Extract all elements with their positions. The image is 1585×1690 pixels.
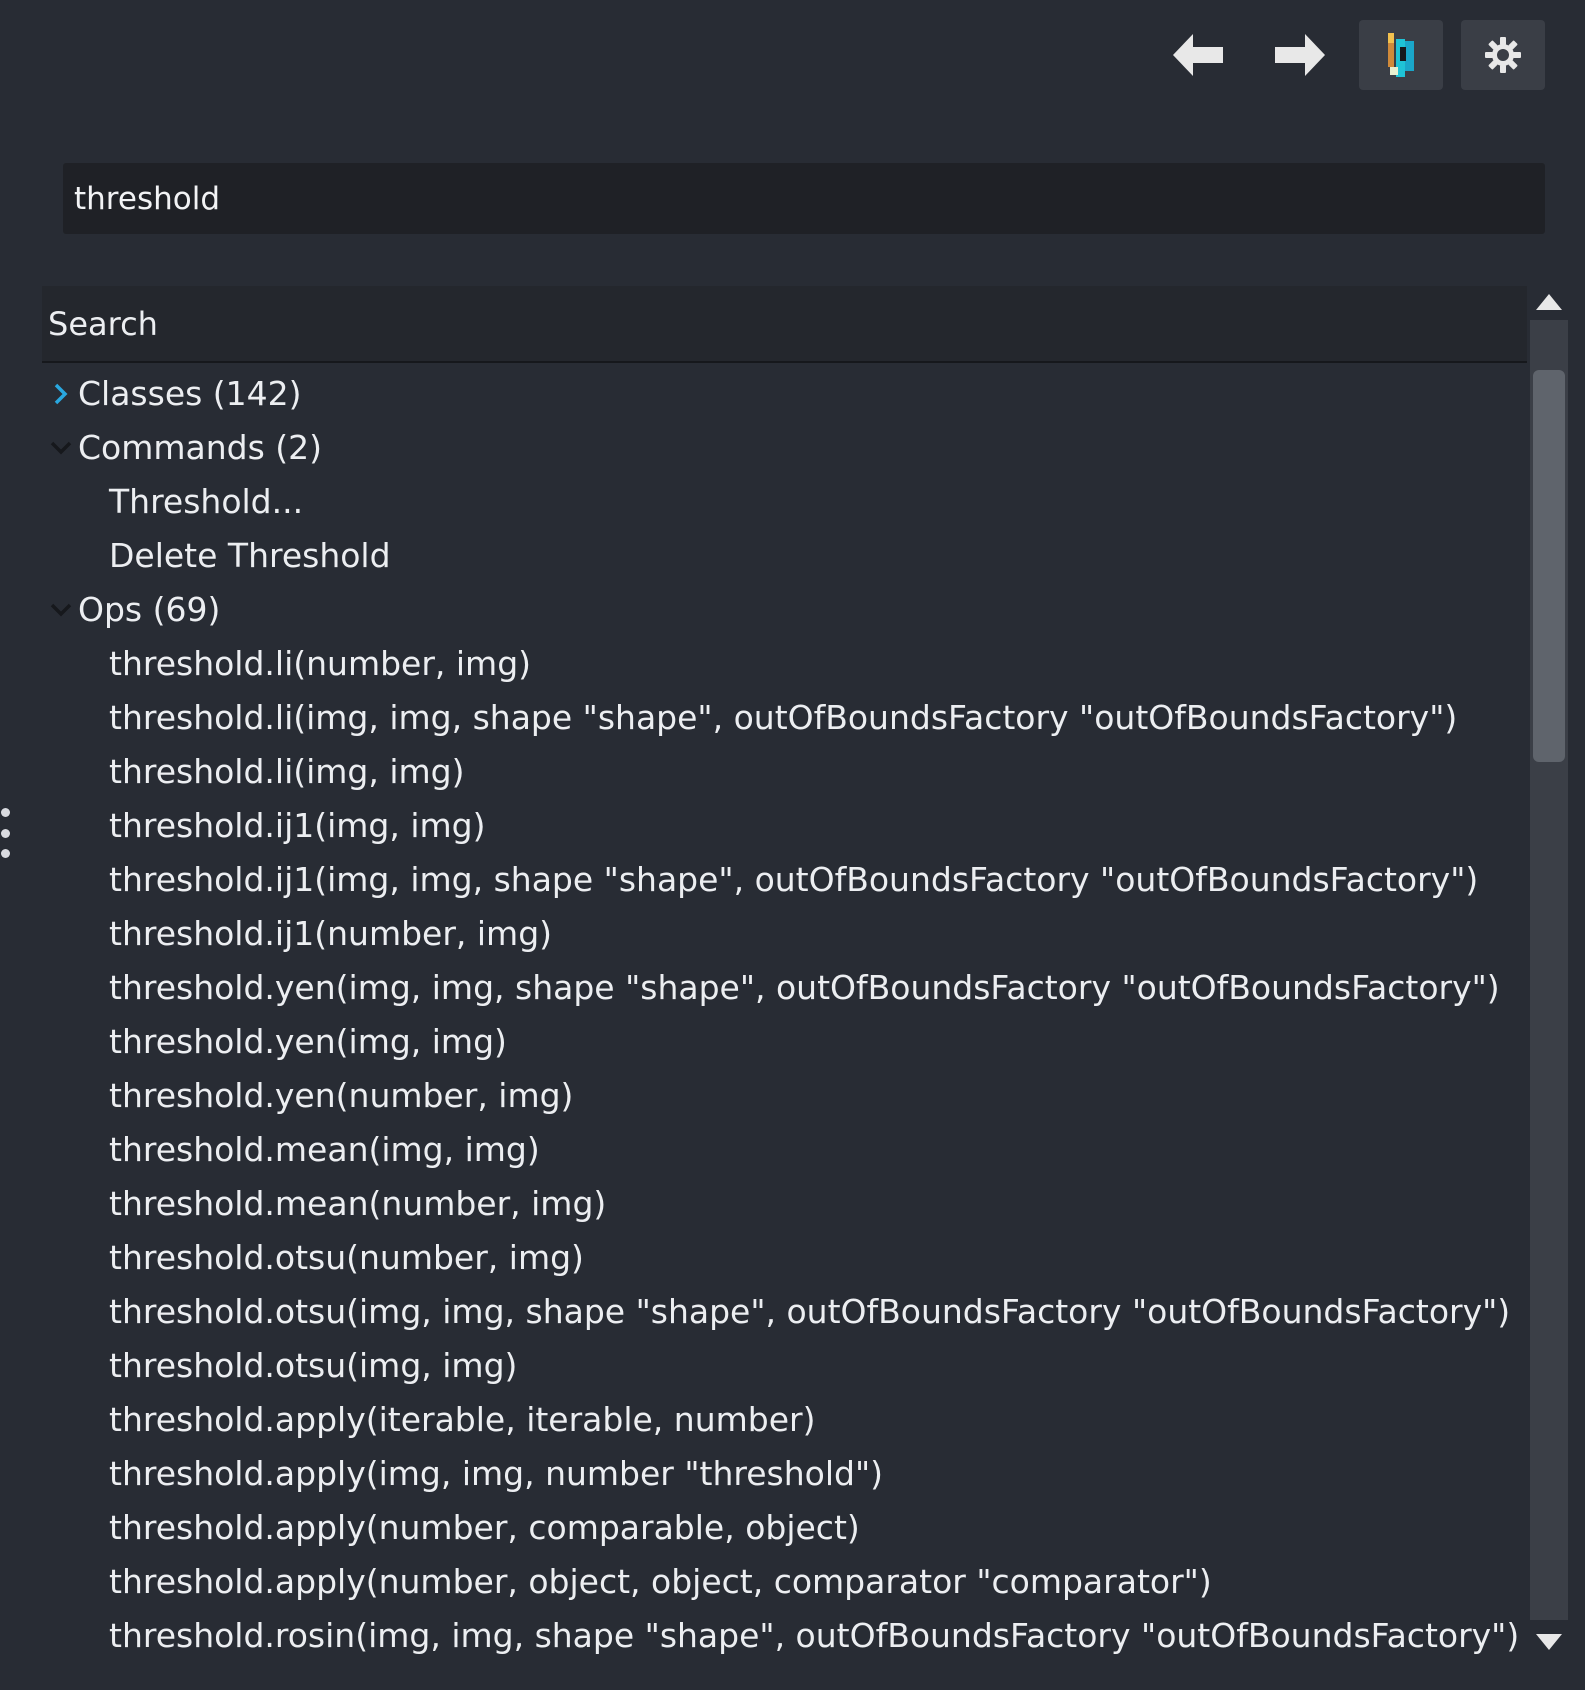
gear-icon: [1485, 37, 1521, 73]
tree-item[interactable]: threshold.mean(number, img): [42, 1177, 1527, 1231]
tree-item[interactable]: threshold.apply(iterable, iterable, numb…: [42, 1393, 1527, 1447]
drag-handle[interactable]: [0, 808, 10, 858]
tree-item-label: threshold.apply(number, comparable, obje…: [109, 1508, 860, 1547]
tree-item[interactable]: threshold.yen(img, img): [42, 1015, 1527, 1069]
tree-item[interactable]: threshold.apply(img, img, number "thresh…: [42, 1447, 1527, 1501]
search-input[interactable]: [74, 180, 1534, 217]
tree-item[interactable]: threshold.otsu(img, img, shape "shape", …: [42, 1285, 1527, 1339]
chevron-down-icon[interactable]: [46, 583, 76, 637]
tree-item[interactable]: threshold.apply(number, object, object, …: [42, 1555, 1527, 1609]
tree-item-label: threshold.rosin(img, img, shape "shape",…: [109, 1616, 1520, 1655]
chevron-right-icon[interactable]: [46, 367, 76, 421]
tree-item-label: threshold.mean(img, img): [109, 1130, 540, 1169]
tree-item-label: threshold.yen(number, img): [109, 1076, 574, 1115]
tree-item[interactable]: threshold.otsu(number, img): [42, 1231, 1527, 1285]
scroll-up-button[interactable]: [1530, 284, 1568, 320]
imagej-logo-icon: [1388, 33, 1414, 77]
settings-button[interactable]: [1461, 20, 1545, 90]
scroll-down-button[interactable]: [1530, 1624, 1568, 1660]
search-field[interactable]: [63, 163, 1545, 234]
scroll-track[interactable]: [1530, 320, 1568, 1620]
tree-item[interactable]: threshold.otsu(img, img): [42, 1339, 1527, 1393]
tree-item[interactable]: Threshold...: [42, 475, 1527, 529]
tree-item-label: threshold.ij1(img, img, shape "shape", o…: [109, 860, 1479, 899]
tree-item[interactable]: threshold.rosin(img, img, shape "shape",…: [42, 1609, 1527, 1663]
tree-group[interactable]: Commands (2): [42, 421, 1527, 475]
tree-group[interactable]: Classes (142): [42, 367, 1527, 421]
tree-item-label: threshold.otsu(number, img): [109, 1238, 584, 1277]
triangle-up-icon: [1536, 294, 1562, 310]
tree-group-label: Commands (2): [78, 428, 323, 467]
tree-item-label: threshold.ij1(number, img): [109, 914, 553, 953]
tree-item-label: threshold.apply(number, object, object, …: [109, 1562, 1212, 1601]
tree-item-label: threshold.li(img, img, shape "shape", ou…: [109, 698, 1458, 737]
results-panel: Search Classes (142) Commands (2) Threshol…: [42, 286, 1527, 1690]
tree-item[interactable]: threshold.ij1(img, img): [42, 799, 1527, 853]
results-tree: Classes (142) Commands (2) Threshold... Del…: [42, 367, 1527, 1663]
scroll-thumb[interactable]: [1533, 370, 1565, 762]
tree-item[interactable]: threshold.mean(img, img): [42, 1123, 1527, 1177]
tree-group-label: Classes (142): [78, 374, 302, 413]
arrow-left-icon: [1173, 34, 1223, 76]
tree-item[interactable]: threshold.ij1(img, img, shape "shape", o…: [42, 853, 1527, 907]
tree-item-label: threshold.mean(number, img): [109, 1184, 607, 1223]
tree-group-label: Ops (69): [78, 590, 221, 629]
tree-item[interactable]: threshold.apply(number, comparable, obje…: [42, 1501, 1527, 1555]
tree-item-label: threshold.li(number, img): [109, 644, 532, 683]
tree-item-label: threshold.yen(img, img, shape "shape", o…: [109, 968, 1500, 1007]
tree-item-label: threshold.apply(img, img, number "thresh…: [109, 1454, 884, 1493]
tree-item-label: threshold.otsu(img, img): [109, 1346, 518, 1385]
back-button[interactable]: [1156, 20, 1240, 90]
tree-item[interactable]: threshold.li(img, img, shape "shape", ou…: [42, 691, 1527, 745]
tree-item-label: threshold.ij1(img, img): [109, 806, 486, 845]
tree-item-label: threshold.li(img, img): [109, 752, 465, 791]
search-window: Search Classes (142) Commands (2) Threshol…: [0, 0, 1585, 1690]
results-scrollbar[interactable]: [1530, 284, 1568, 1660]
imagej-logo-button[interactable]: [1359, 20, 1443, 90]
tree-item[interactable]: threshold.li(img, img): [42, 745, 1527, 799]
tree-item[interactable]: threshold.yen(img, img, shape "shape", o…: [42, 961, 1527, 1015]
tree-item-label: Delete Threshold: [109, 536, 391, 575]
tree-item-label: threshold.apply(iterable, iterable, numb…: [109, 1400, 816, 1439]
tree-item[interactable]: Delete Threshold: [42, 529, 1527, 583]
tree-item[interactable]: threshold.li(number, img): [42, 637, 1527, 691]
forward-button[interactable]: [1258, 20, 1342, 90]
tree-item[interactable]: threshold.yen(number, img): [42, 1069, 1527, 1123]
tree-group[interactable]: Ops (69): [42, 583, 1527, 637]
chevron-down-icon[interactable]: [46, 421, 76, 475]
tree-item-label: Threshold...: [109, 482, 304, 521]
tree-item[interactable]: threshold.ij1(number, img): [42, 907, 1527, 961]
arrow-right-icon: [1275, 34, 1325, 76]
tree-item-label: threshold.otsu(img, img, shape "shape", …: [109, 1292, 1511, 1331]
triangle-down-icon: [1536, 1634, 1562, 1650]
tree-item-label: threshold.yen(img, img): [109, 1022, 507, 1061]
results-header: Search: [42, 286, 1527, 363]
